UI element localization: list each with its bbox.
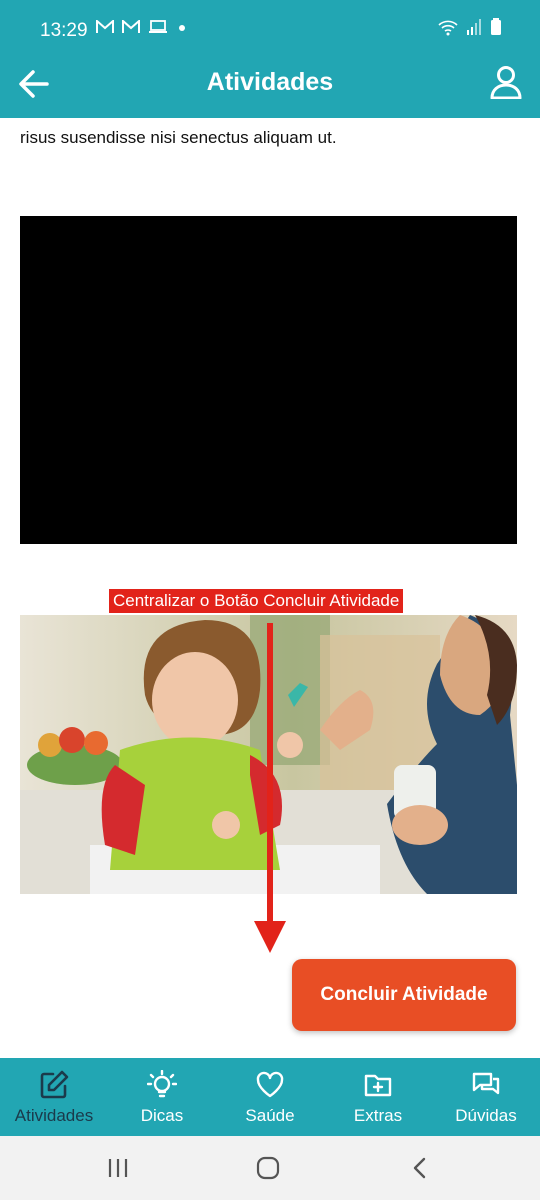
edit-icon [40, 1070, 69, 1099]
system-back-button[interactable] [400, 1152, 440, 1184]
recent-apps-icon [108, 1159, 128, 1177]
bottom-nav: Atividades Dicas Saúde Extras Dúvidas [0, 1058, 540, 1136]
dot-icon [179, 25, 185, 31]
nav-label: Dúvidas [455, 1106, 517, 1125]
status-icons-right [438, 18, 502, 36]
nav-item-duvidas[interactable]: Dúvidas [432, 1058, 540, 1136]
home-button[interactable] [248, 1152, 288, 1184]
nav-label: Dicas [140, 1106, 184, 1125]
activity-text: risus susendisse nisi senectus aliquam u… [20, 128, 337, 147]
signal-icon [467, 19, 481, 35]
battery-icon [491, 18, 501, 35]
wifi-icon [438, 20, 458, 36]
user-icon [490, 66, 522, 99]
system-nav-bar [0, 1136, 540, 1200]
status-bar: 13:29 [0, 0, 540, 60]
nav-item-atividades[interactable]: Atividades [0, 1058, 108, 1136]
gmail-icon [96, 20, 114, 33]
chevron-left-icon [413, 1157, 426, 1179]
heart-icon [256, 1071, 284, 1098]
gmail-icon [122, 20, 140, 33]
annotation-arrow-icon [254, 623, 286, 953]
complete-activity-button[interactable]: Concluir Atividade [292, 959, 516, 1031]
app-bar: Atividades [0, 60, 540, 118]
nav-item-dicas[interactable]: Dicas [108, 1058, 216, 1136]
activity-content[interactable]: risus susendisse nisi senectus aliquam u… [0, 118, 540, 1058]
recent-apps-button[interactable] [98, 1152, 138, 1184]
annotation-label: Centralizar o Botão Concluir Atividade [109, 589, 404, 613]
folder-plus-icon [364, 1074, 392, 1097]
nav-label: Atividades [14, 1106, 94, 1125]
nav-item-saude[interactable]: Saúde [216, 1058, 324, 1136]
status-icons-left [96, 20, 188, 34]
laptop-icon [149, 20, 167, 33]
video-player[interactable] [20, 216, 517, 544]
nav-label: Saúde [245, 1106, 295, 1125]
lightbulb-icon [147, 1070, 177, 1098]
status-time: 13:29 [40, 20, 88, 41]
chat-icon [472, 1072, 500, 1095]
home-icon [256, 1156, 280, 1180]
nav-item-extras[interactable]: Extras [324, 1058, 432, 1136]
page-title: Atividades [206, 68, 334, 96]
nav-label: Extras [353, 1106, 403, 1125]
profile-button[interactable] [486, 62, 526, 102]
